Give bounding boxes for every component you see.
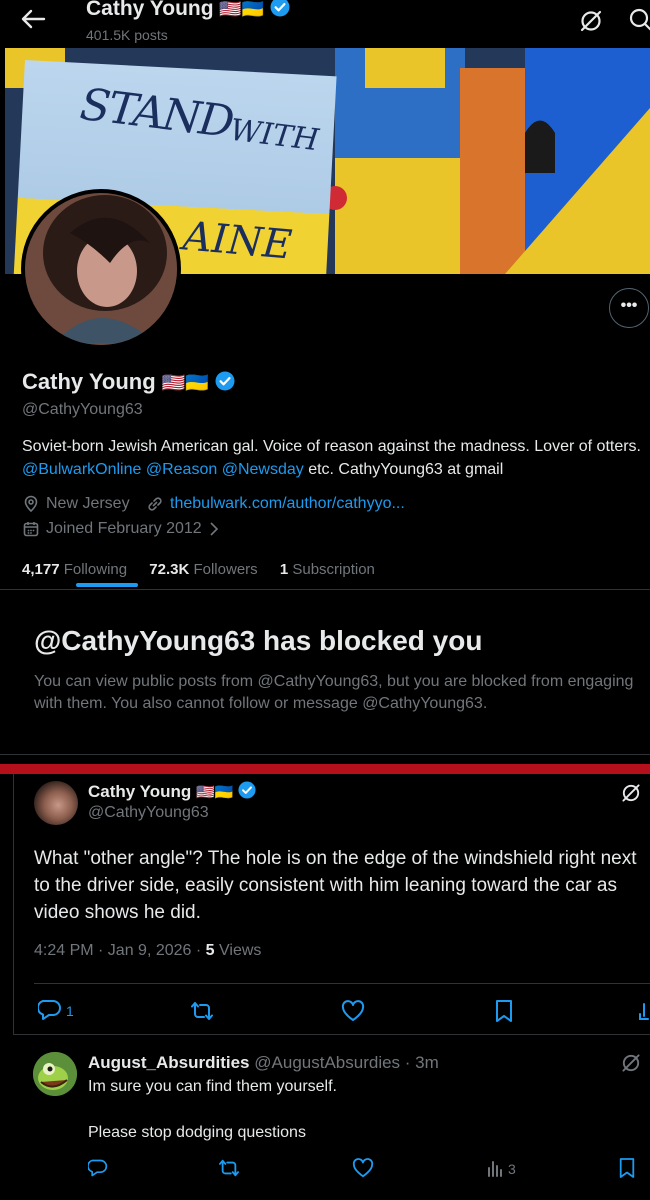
reply-author-name[interactable]: August_Absurdities <box>88 1053 250 1072</box>
verified-badge-icon <box>215 371 235 391</box>
grok-icon[interactable] <box>620 1052 642 1074</box>
bio-mention-newsday[interactable]: @Newsday <box>222 461 304 478</box>
banner-sign-text-3: AINE <box>181 213 294 269</box>
following-count: 4,177 <box>22 561 60 578</box>
views-icon[interactable] <box>486 1158 504 1178</box>
reply-icon[interactable] <box>88 1158 108 1178</box>
divider <box>0 754 650 755</box>
tweet-text: What "other angle"? The hole is on the e… <box>34 845 650 926</box>
red-separator-bar <box>0 764 650 774</box>
verified-badge-icon <box>238 781 256 799</box>
followers-link[interactable]: 72.3K Followers <box>149 561 257 578</box>
tweet-handle[interactable]: @CathyYoung63 <box>88 804 209 822</box>
reply-avatar[interactable] <box>33 1052 77 1096</box>
blocked-title: @CathyYoung63 has blocked you <box>34 625 483 656</box>
tweet-time[interactable]: 4:24 PM · Jan 9, 2026 · <box>34 942 206 959</box>
header-name: Cathy Young <box>86 0 214 20</box>
retweet-icon[interactable] <box>218 1158 240 1178</box>
subscription-count: 1 <box>279 561 289 578</box>
post-count: 401.5K posts <box>86 27 168 43</box>
reply-count: 1 <box>66 1003 74 1019</box>
profile-avatar[interactable] <box>21 189 181 349</box>
like-icon[interactable] <box>341 1000 365 1022</box>
tweet-avatar[interactable] <box>34 781 78 825</box>
following-label: Following <box>63 561 128 578</box>
subscription-label: Subscription <box>292 561 375 578</box>
profile-handle: @CathyYoung63 <box>22 401 143 418</box>
divider <box>13 1034 650 1035</box>
reply-views-count: 3 <box>508 1161 516 1177</box>
reply-text-line: Please stop dodging questions <box>88 1124 306 1141</box>
bio-text-end: etc. CathyYoung63 at gmail <box>303 461 504 478</box>
more-options-button[interactable]: ••• <box>609 288 649 328</box>
tweet-views-count: 5 <box>205 942 215 959</box>
reply-header: August_Absurdities @AugustAbsurdies · 3m <box>88 1053 439 1073</box>
tweet-views-label: Views <box>214 942 262 959</box>
bio-mention-reason[interactable]: @Reason <box>146 461 217 478</box>
subscriptions-link[interactable]: 1 Subscription <box>280 561 375 578</box>
divider <box>34 983 650 984</box>
back-arrow-icon[interactable] <box>18 6 48 32</box>
divider <box>0 589 650 590</box>
calendar-icon <box>22 520 40 538</box>
profile-stats: 4,177 Following 72.3K Followers 1 Subscr… <box>22 561 375 578</box>
reply-author-handle[interactable]: @AugustAbsurdies <box>254 1053 400 1072</box>
chevron-right-icon <box>208 521 220 537</box>
blocked-description: You can view public posts from @CathyYou… <box>34 673 634 712</box>
profile-joined: Joined February 2012 <box>46 520 202 537</box>
followers-count: 72.3K <box>149 561 190 578</box>
location-icon <box>22 495 40 513</box>
tweet-timestamp: 4:24 PM · Jan 9, 2026 · 5 Views <box>34 942 261 960</box>
profile-name-text: Cathy Young <box>22 369 156 394</box>
reply-icon[interactable] <box>38 999 62 1021</box>
tweet-author[interactable]: Cathy Young 🇺🇸🇺🇦 <box>88 781 256 802</box>
bio-mention-bulwark[interactable]: @BulwarkOnline <box>22 461 141 478</box>
profile-bio: Soviet-born Jewish American gal. Voice o… <box>22 435 647 481</box>
reply-text-line: Im sure you can find them yourself. <box>88 1078 337 1095</box>
bio-text: Soviet-born Jewish American gal. Voice o… <box>22 438 641 455</box>
header-title: Cathy Young 🇺🇸🇺🇦 <box>86 0 290 21</box>
profile-website-link[interactable]: thebulwark.com/author/cathyyo... <box>170 495 405 513</box>
share-icon[interactable] <box>638 1000 650 1022</box>
tweet-text-line: to the driver side, easily consistent wi… <box>34 875 617 896</box>
tweet-text-line: video shows he did. <box>34 902 201 923</box>
verified-badge-icon <box>270 0 290 17</box>
tweet-text-line: What "other angle"? The hole is on the e… <box>34 848 637 869</box>
header-flags: 🇺🇸🇺🇦 <box>219 0 265 19</box>
profile-location: New Jersey <box>46 495 130 512</box>
grok-icon[interactable] <box>578 8 604 34</box>
tweet-author-name: Cathy Young <box>88 782 192 801</box>
tweet-author-flags: 🇺🇸🇺🇦 <box>196 784 234 801</box>
retweet-icon[interactable] <box>190 1000 214 1022</box>
profile-name: Cathy Young 🇺🇸🇺🇦 <box>22 369 235 395</box>
link-icon <box>146 495 164 513</box>
following-tab-indicator <box>76 583 138 587</box>
bookmark-icon[interactable] <box>618 1157 636 1179</box>
search-icon[interactable] <box>628 7 650 33</box>
profile-joined-row[interactable]: Joined February 2012 <box>22 520 220 543</box>
bookmark-icon[interactable] <box>494 999 514 1023</box>
profile-meta-row: New Jersey thebulwark.com/author/cathyyo… <box>22 495 405 518</box>
reply-age: · 3m <box>400 1053 439 1072</box>
following-link[interactable]: 4,177 Following <box>22 561 127 578</box>
followers-label: Followers <box>193 561 258 578</box>
like-icon[interactable] <box>352 1158 374 1178</box>
grok-icon[interactable] <box>620 782 642 804</box>
profile-flags: 🇺🇸🇺🇦 <box>161 373 210 394</box>
